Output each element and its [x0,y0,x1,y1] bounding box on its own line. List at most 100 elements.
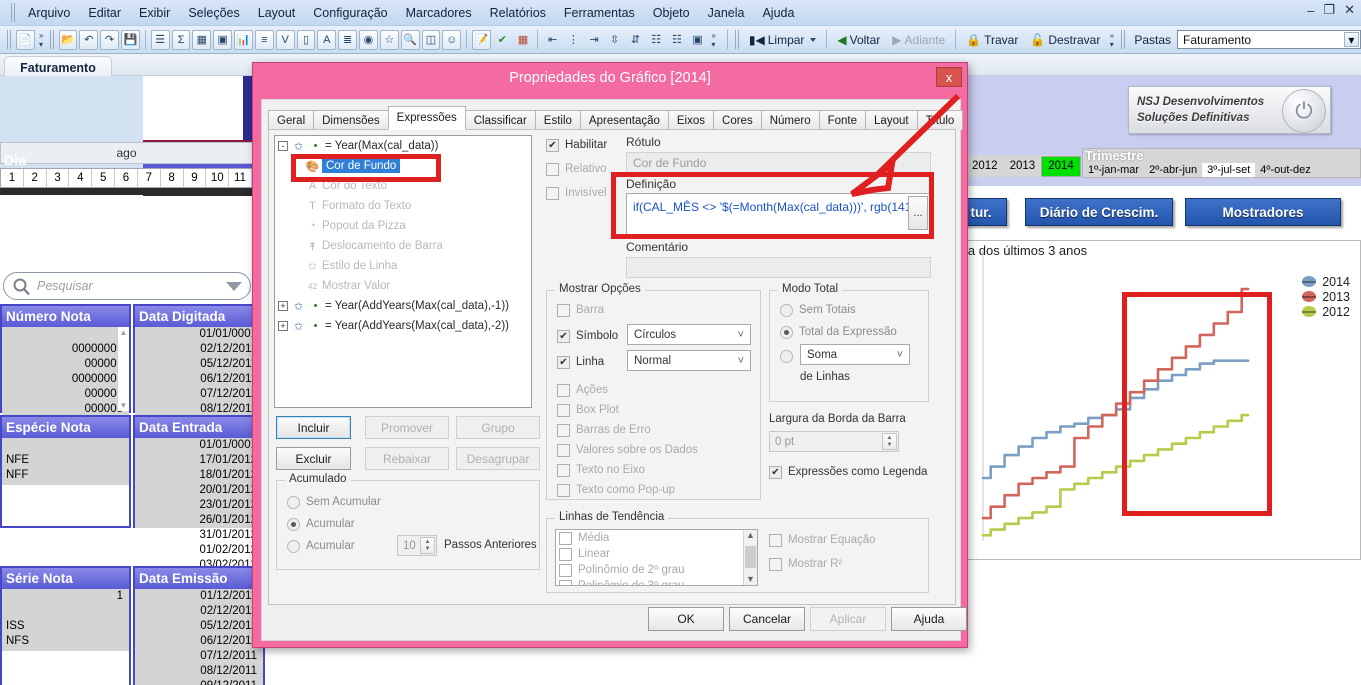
back-button[interactable]: ◀ Voltar [831,32,886,48]
listbox-serie-nota[interactable]: Série Nota 1 ISS NFS [0,566,131,685]
excluir-button[interactable]: Excluir [276,447,351,470]
list-item[interactable]: NFS [2,634,129,649]
list-item[interactable]: NFE [2,453,129,468]
list-item[interactable] [2,438,129,453]
stepper-up-icon[interactable]: ▲ [887,435,893,442]
radio-total-da-expressao[interactable]: Total da Expressão [780,323,897,341]
layout-icon[interactable]: ▣ [688,30,707,50]
listbox-data-entrada[interactable]: Data Entrada 01/01/0001 17/01/2012 18/01… [133,415,265,571]
lines-icon[interactable]: ≣ [338,29,358,50]
expander-plus-icon[interactable]: + [278,321,288,331]
comentario-field[interactable] [626,257,931,278]
check-barras-de-erro[interactable]: Barras de Erro [557,421,651,439]
folders-combo[interactable]: Faturamento ▾ [1177,30,1361,49]
radio-sem-acumular[interactable]: Sem Acumular [287,493,381,511]
chart-box-icon[interactable]: ▣ [213,29,233,50]
list-item[interactable]: 01/01/0001 [135,327,263,342]
minimize-icon[interactable]: – [1307,3,1314,18]
action-button-mostradores[interactable]: Mostradores [1185,198,1341,226]
list-item[interactable] [2,604,129,619]
stepper-arrows[interactable]: ▲ ▼ [882,433,897,450]
equals-icon[interactable]: ≡ [254,29,274,50]
expander-minus-icon[interactable]: - [278,141,288,151]
tab-apresentacao[interactable]: Apresentação [579,110,669,130]
quarter-selector[interactable]: Trimestre 1º-jan-mar 2º-abr-jun 3º-jul-s… [1082,148,1361,178]
list-item[interactable]: 23/01/2012 [135,498,263,513]
passos-anteriores-stepper[interactable]: 10 ▲ ▼ [397,535,437,556]
text-icon[interactable]: A [317,29,337,50]
stepper-down-icon[interactable]: ▼ [425,546,431,553]
tab-estilo[interactable]: Estilo [534,110,581,130]
menu-configuracao[interactable]: Configuração [304,3,396,23]
tab-expressoes[interactable]: Expressões [387,106,466,130]
container-icon[interactable]: ◫ [421,29,441,50]
quarter-item-2[interactable]: 2º-abr-jun [1144,163,1202,177]
radio-soma[interactable] [780,347,793,365]
clear-button[interactable]: ▮◀ Limpar [743,32,823,48]
scroll-up-icon[interactable]: ▲ [118,328,129,337]
listbox-data-emissao[interactable]: Data Emissão 01/12/2011 02/12/2011 05/12… [133,566,265,685]
listbox-data-digitada[interactable]: Data Digitada 01/01/0001 02/12/2011 05/1… [133,304,265,417]
calendar-day[interactable]: 8 [161,169,184,187]
borda-barra-stepper[interactable]: 0 pt ▲ ▼ [769,431,899,452]
check-box-plot[interactable]: Box Plot [557,401,619,419]
check-expressoes-como-legenda[interactable]: ✔ Expressões como Legenda [769,463,927,481]
list-item[interactable]: 01/02/2012 [135,543,263,558]
check-acoes[interactable]: Ações [557,381,608,399]
list-item[interactable]: 05/12/2011 [135,619,263,634]
group-icon[interactable]: ☷ [668,30,687,50]
list-item[interactable]: NFF [2,468,129,483]
stepper-down-icon[interactable]: ▼ [887,442,893,449]
list-item[interactable]: 07/12/2011 [135,649,263,664]
radio-acumular[interactable]: Acumular [287,515,355,533]
calendar-day[interactable]: 4 [69,169,93,187]
year-item-2013[interactable]: 2013 [1004,158,1042,174]
calendar-month-label[interactable]: ago [0,142,253,164]
tree-item-expression-2013[interactable]: + ✩ • = Year(AddYears(Max(cal_data),-1)) [275,296,531,316]
tree-item-formato-do-texto[interactable]: T Formato do Texto [275,196,531,216]
distribute-icon[interactable]: ☷ [647,30,666,50]
ajuda-button[interactable]: Ajuda [891,607,967,631]
list-item[interactable]: 1 [2,589,129,604]
list-item[interactable] [2,327,129,342]
calendar-day[interactable]: 7 [138,169,161,187]
scrollbar-thumb[interactable] [745,546,756,568]
menu-selecoes[interactable]: Seleções [179,3,248,23]
list-item[interactable]: 01/01/0001 [135,438,263,453]
listbox-numero-nota[interactable]: Número Nota 00000001 000002 00000003 000… [0,304,131,417]
unlock-button[interactable]: 🔓 Destravar [1024,32,1106,48]
chevron-down-icon[interactable]: ▾ [1343,32,1359,47]
space-v-icon[interactable]: ⇵ [626,30,645,50]
smiley-icon[interactable]: ☺ [442,29,462,50]
table-icon[interactable]: ▦ [192,29,212,50]
ok-button[interactable]: OK [648,607,724,631]
calendar-scrollbar[interactable] [0,188,253,195]
toolbar-grip-4[interactable] [1120,30,1126,49]
scroll-down-icon[interactable]: ▼ [744,574,757,584]
list-item[interactable]: 18/01/2012 [135,468,263,483]
list-item[interactable]: 06/12/2011 [135,634,263,649]
radio-acumular-passos[interactable]: Acumular [287,537,355,555]
list-item[interactable]: 09/12/2011 [135,679,263,685]
chevron-down-icon[interactable]: ˅ [738,329,744,341]
soma-select[interactable]: Soma ˅ [800,344,910,365]
frame-icon[interactable]: ▦ [514,30,533,50]
calendar-day[interactable]: 1 [1,169,24,187]
simbolo-select[interactable]: Círculos ˅ [627,324,751,345]
list-item[interactable]: 08/12/2011 [135,664,263,679]
list-item[interactable]: 01/12/2011 [135,589,263,604]
star-icon[interactable]: ☆ [379,29,399,50]
tab-cores[interactable]: Cores [713,110,762,130]
align-right-icon[interactable]: ⇥ [585,30,604,50]
quarter-item-4[interactable]: 4º-out-dez [1255,163,1316,177]
cancelar-button[interactable]: Cancelar [729,607,805,631]
expander-plus-icon[interactable]: + [278,301,288,311]
year-item-2014[interactable]: 2014 [1041,155,1081,177]
listbox-especie-nota[interactable]: Espécie Nota NFE NFF [0,415,131,528]
save-icon[interactable]: 💾 [121,29,140,50]
space-h-icon[interactable]: ⇳ [605,30,624,50]
search-icon[interactable]: 🔍 [400,29,420,50]
list-item[interactable]: 17/01/2012 [135,453,263,468]
scroll-down-icon[interactable]: ▼ [118,401,129,410]
listbox-scrollbar[interactable]: ▲ ▼ [117,327,129,411]
